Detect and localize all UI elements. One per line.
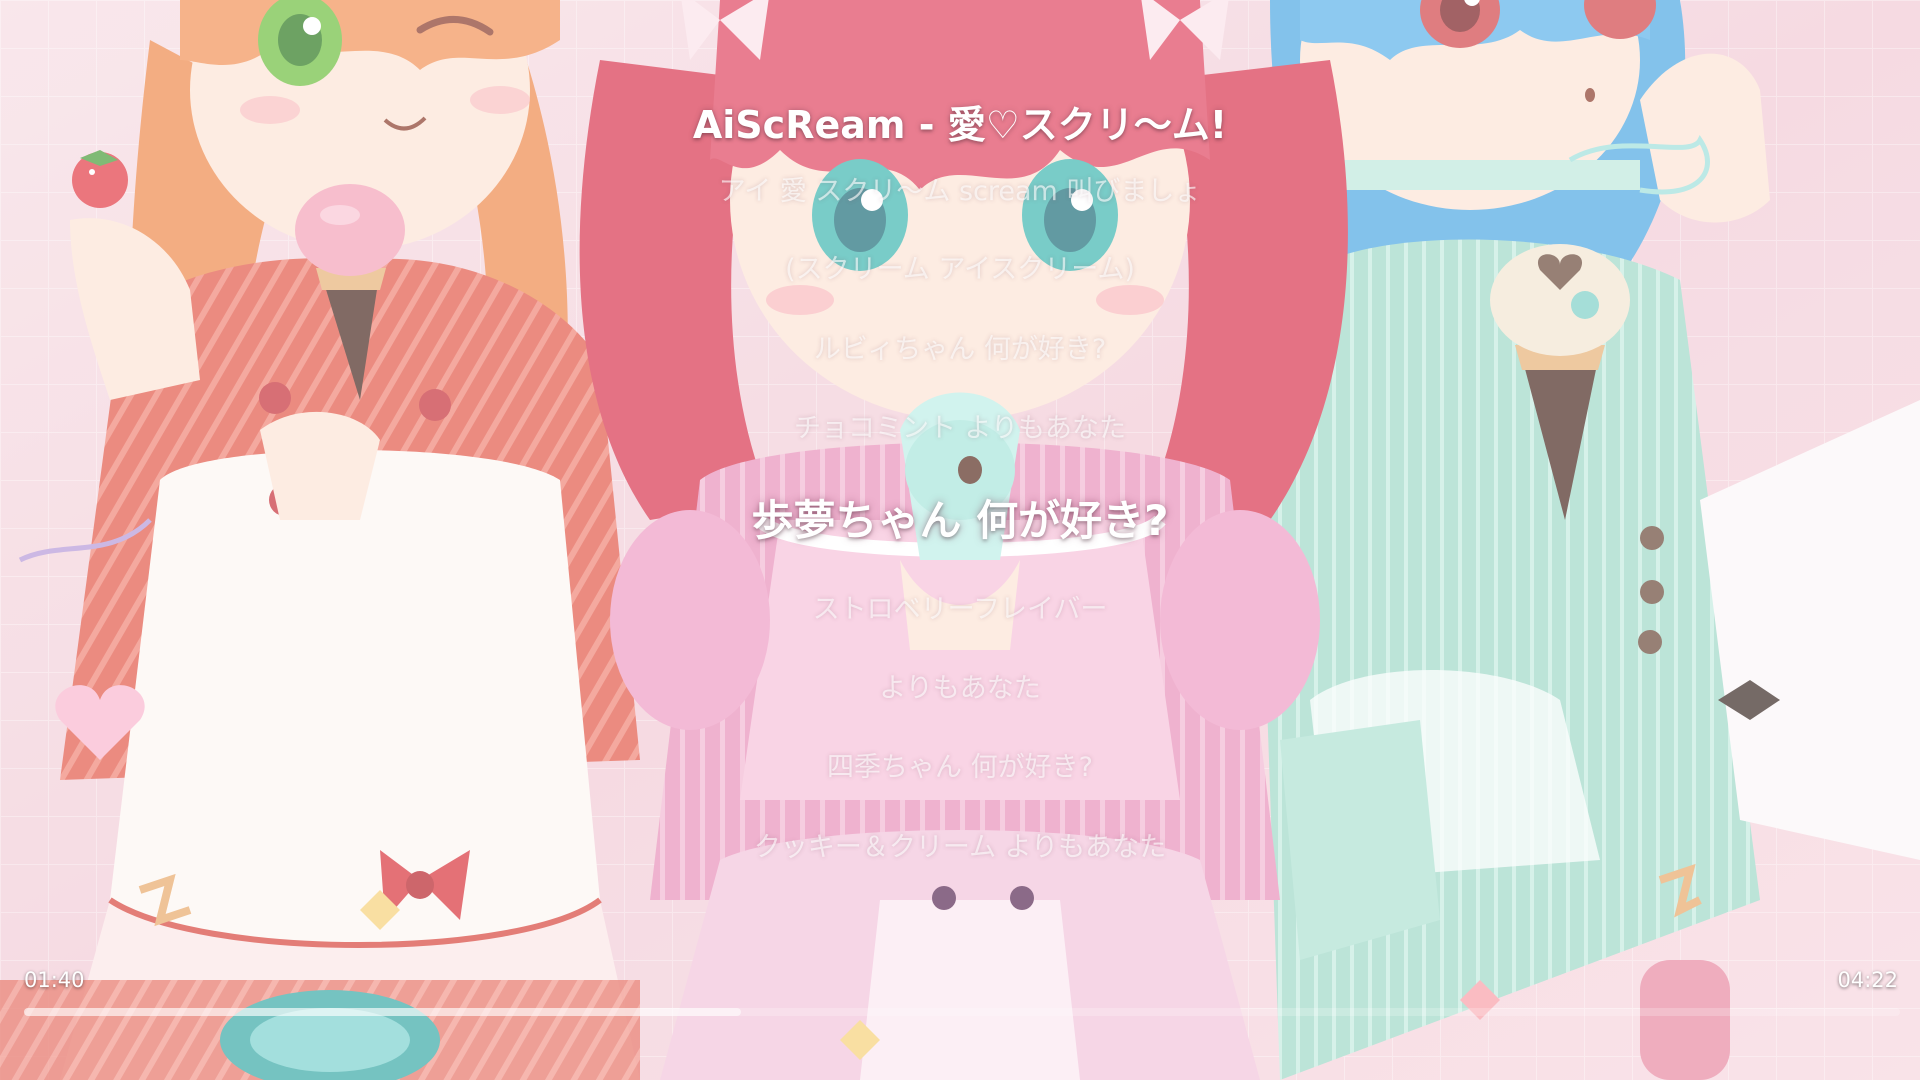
lyrics-player: AiScReam - 愛♡スクリ～ム! アイ 愛 スクリ～ム scream 叫び… [0,0,1920,1080]
lyric-line[interactable]: アイ 愛 スクリ～ム scream 叫びましょ [0,174,1920,210]
lyric-line[interactable]: チョコミント よりもあなた [0,411,1920,447]
lyric-line[interactable]: ルビィちゃん 何が好き? [0,332,1920,368]
current-lyric-line[interactable]: 歩夢ちゃん 何が好き? [0,496,1920,546]
lyric-line[interactable]: よりもあなた [0,671,1920,707]
song-title: AiScReam - 愛♡スクリ～ム! [692,103,1228,147]
lyric-line[interactable]: 四季ちゃん 何が好き? [0,750,1920,786]
progress-bar-fill [24,1008,741,1016]
progress-bar[interactable] [24,1008,1900,1016]
lyric-line[interactable]: クッキー＆クリーム よりもあなた [0,830,1920,866]
lyrics-panel: AiScReam - 愛♡スクリ～ム! アイ 愛 スクリ～ム scream 叫び… [0,0,1920,1080]
elapsed-time: 01:40 [24,968,85,992]
lyric-line[interactable]: ストロベリーフレイバー [0,592,1920,628]
lyric-line[interactable]: (スクリーム アイスクリーム) [0,252,1920,288]
total-time: 04:22 [1837,968,1898,992]
